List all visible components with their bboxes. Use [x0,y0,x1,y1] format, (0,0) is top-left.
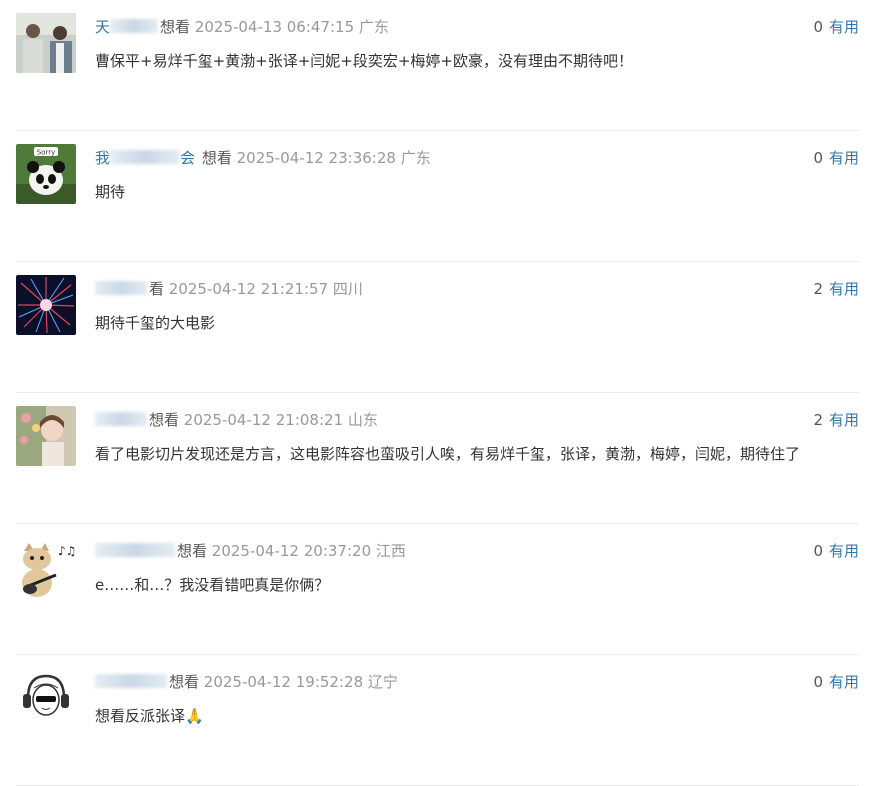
username-link[interactable] [95,280,147,298]
useful-button[interactable]: 有用 [829,280,859,298]
comment-meta: 看 2025-04-12 21:21:57 四川 [95,278,363,300]
vote-count: 0 [813,149,823,167]
firework-burst-icon[interactable] [16,275,76,335]
comment-text: 看了电影切片发现还是方言，这电影阵容也蛮吸引人唉，有易烊千玺，张译，黄渤，梅婷，… [95,445,801,463]
comment-item: Sorry 我会 想看 2025-04-12 23:36:28 广东 0 有用 期… [16,131,859,262]
timestamp: 2025-04-12 21:21:57 [168,280,329,298]
two-men-photo-icon[interactable] [16,13,76,73]
comment-meta: 想看 2025-04-12 21:08:21 山东 [95,409,378,431]
vote-count: 2 [813,280,823,298]
comment-meta: 天想看 2025-04-13 06:47:15 广东 [95,16,389,38]
vote-area: 2 有用 [813,409,859,431]
useful-button[interactable]: 有用 [829,18,859,36]
rating-label: 想看 [177,542,208,560]
comment-text: e……和…？我没看错吧真是你俩？ [95,576,330,594]
rating-label: 想看 [160,18,191,36]
timestamp: 2025-04-12 23:36:28 [236,149,396,167]
username-link[interactable] [95,411,147,429]
rating-label: 想看 [149,411,180,429]
vote-count: 0 [813,542,823,560]
useful-button[interactable]: 有用 [829,673,859,691]
vote-count: 0 [813,18,823,36]
location: 四川 [332,280,363,298]
cat-guitar-icon[interactable]: ♪♫ [16,537,76,597]
timestamp: 2025-04-13 06:47:15 [194,18,355,36]
comment-meta: 我会 想看 2025-04-12 23:36:28 广东 [95,147,431,169]
comment-item: 天想看 2025-04-13 06:47:15 广东 0 有用 曹保平+易烊千玺+… [16,0,859,131]
vote-area: 0 有用 [813,540,859,562]
username-link[interactable] [95,673,167,691]
rating-label: 想看 [201,149,232,167]
comment-text: 曹保平+易烊千玺+黄渤+张译+闫妮+段奕宏+梅婷+欧豪，没有理由不期待吧！ [95,52,633,70]
location: 山东 [347,411,378,429]
vote-area: 0 有用 [813,16,859,38]
vote-area: 2 有用 [813,278,859,300]
comment-text: 期待 [95,183,126,201]
panda-sorry-icon[interactable]: Sorry [16,144,76,204]
timestamp: 2025-04-12 20:37:20 [211,542,372,560]
comment-text: 想看反派张译🙏 [95,707,204,725]
location: 广东 [358,18,389,36]
username-link[interactable] [95,542,175,560]
rating-label: 看 [149,280,165,298]
headphone-girl-icon[interactable] [16,668,76,728]
vote-area: 0 有用 [813,147,859,169]
svg-text:♪♫: ♪♫ [58,544,76,558]
comment-item: 看 2025-04-12 21:21:57 四川 2 有用 期待千玺的大电影 [16,262,859,393]
woman-flowers-icon[interactable] [16,406,76,466]
useful-button[interactable]: 有用 [829,411,859,429]
comment-meta: 想看 2025-04-12 19:52:28 辽宁 [95,671,398,693]
comment-text: 期待千玺的大电影 [95,314,216,332]
comment-meta: 想看 2025-04-12 20:37:20 江西 [95,540,406,562]
username-link[interactable]: 天 [95,18,159,36]
svg-text:Sorry: Sorry [37,149,56,157]
timestamp: 2025-04-12 21:08:21 [183,411,344,429]
username-link[interactable]: 我会 [95,149,195,167]
comment-item: ♪♫ 想看 2025-04-12 20:37:20 江西 0 有用 e……和…？我… [16,524,859,655]
comment-item: 想看 2025-04-12 19:52:28 辽宁 0 有用 想看反派张译🙏 [16,655,859,786]
useful-button[interactable]: 有用 [829,542,859,560]
rating-label: 想看 [169,673,200,691]
useful-button[interactable]: 有用 [829,149,859,167]
vote-count: 2 [813,411,823,429]
vote-count: 0 [813,673,823,691]
location: 江西 [375,542,406,560]
location: 广东 [400,149,431,167]
location: 辽宁 [367,673,398,691]
comment-item: 想看 2025-04-12 21:08:21 山东 2 有用 看了电影切片发现还是… [16,393,859,524]
vote-area: 0 有用 [813,671,859,693]
timestamp: 2025-04-12 19:52:28 [203,673,364,691]
